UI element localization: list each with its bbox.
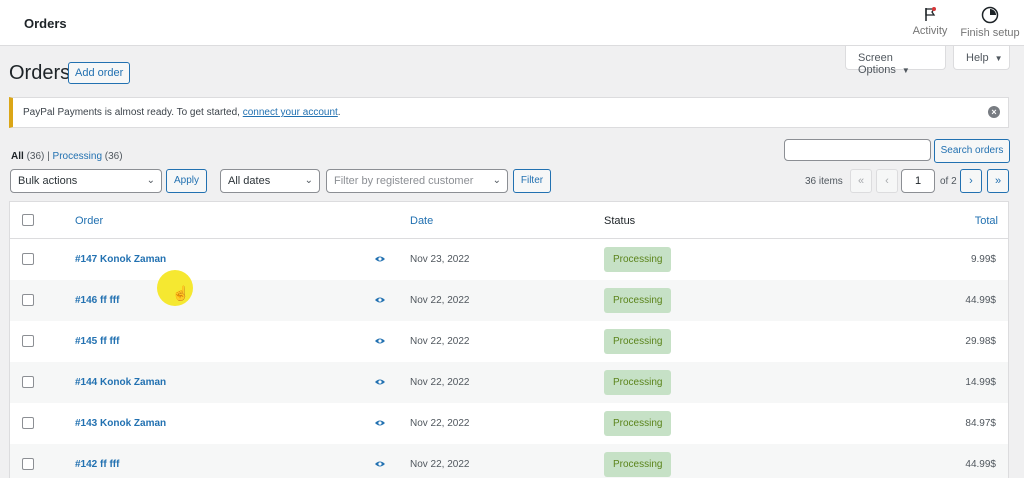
order-link[interactable]: #145 ff fff (75, 336, 119, 347)
status-badge: Processing (604, 247, 672, 272)
row-checkbox[interactable] (22, 253, 34, 265)
bulk-actions-value: Bulk actions (18, 175, 78, 187)
status-badge: Processing (604, 329, 672, 354)
order-total: 84.97$ (965, 418, 996, 429)
order-link[interactable]: #143 Konok Zaman (75, 418, 166, 429)
order-total: 14.99$ (965, 377, 996, 388)
order-link[interactable]: #142 ff fff (75, 459, 119, 470)
column-total[interactable]: Total (975, 215, 998, 227)
top-bar: Orders Activity Finish setup (0, 0, 1024, 46)
activity-label: Activity (912, 25, 948, 37)
total-pages: of 2 (940, 176, 957, 187)
chevron-down-icon: ⌄ (146, 175, 155, 186)
column-date[interactable]: Date (410, 215, 433, 227)
help-button[interactable]: Help ▼ (953, 46, 1010, 70)
caret-down-icon: ▼ (994, 54, 1003, 63)
eye-icon[interactable] (374, 377, 386, 387)
progress-circle-icon (981, 6, 999, 24)
order-link[interactable]: #146 ff fff (75, 295, 119, 306)
search-input[interactable] (784, 139, 931, 161)
table-header: Order Date Status Total (10, 202, 1008, 239)
order-link[interactable]: #147 Konok Zaman (75, 254, 166, 265)
order-date: Nov 22, 2022 (410, 377, 470, 388)
customer-filter-placeholder: Filter by registered customer (334, 175, 474, 187)
topbar-title: Orders (24, 16, 67, 31)
finish-setup-button[interactable]: Finish setup (960, 6, 1020, 39)
current-page-input[interactable]: 1 (901, 169, 935, 193)
order-link[interactable]: #144 Konok Zaman (75, 377, 166, 388)
screen-options-label: Screen Options (858, 52, 896, 76)
view-processing-count: (36) (104, 151, 123, 162)
notice-message: PayPal Payments is almost ready. To get … (23, 107, 341, 118)
orders-table: Order Date Status Total #147 Konok Zaman… (9, 201, 1009, 478)
table-row[interactable]: #145 ff fff Nov 22, 2022 Processing 29.9… (10, 321, 1008, 362)
eye-icon[interactable] (374, 295, 386, 305)
last-page-button[interactable]: » (987, 169, 1009, 193)
table-row[interactable]: #142 ff fff Nov 22, 2022 Processing 44.9… (10, 444, 1008, 478)
finish-setup-label: Finish setup (960, 27, 1020, 39)
table-row[interactable]: #143 Konok Zaman Nov 22, 2022 Processing… (10, 403, 1008, 444)
paypal-notice: PayPal Payments is almost ready. To get … (9, 97, 1009, 128)
flag-icon (925, 7, 936, 21)
chevron-down-icon: ⌄ (492, 175, 501, 186)
row-checkbox[interactable] (22, 294, 34, 306)
order-status-views: All (36) | Processing (36) (11, 151, 123, 162)
apply-button[interactable]: Apply (166, 169, 207, 193)
order-total: 44.99$ (965, 295, 996, 306)
status-badge: Processing (604, 452, 672, 477)
row-checkbox[interactable] (22, 417, 34, 429)
table-row[interactable]: #147 Konok Zaman Nov 23, 2022 Processing… (10, 239, 1008, 280)
row-checkbox[interactable] (22, 335, 34, 347)
notice-after: . (337, 107, 341, 118)
first-page-button[interactable]: « (850, 169, 872, 193)
caret-down-icon: ▼ (901, 66, 910, 75)
filter-button[interactable]: Filter (513, 169, 551, 193)
order-total: 44.99$ (965, 459, 996, 470)
notice-text: PayPal Payments is almost ready. To get … (23, 107, 240, 118)
items-count: 36 items (805, 176, 843, 187)
close-icon[interactable]: × (988, 106, 1000, 118)
eye-icon[interactable] (374, 459, 386, 469)
column-order[interactable]: Order (75, 215, 103, 227)
view-all-count: (36) (26, 151, 45, 162)
row-checkbox[interactable] (22, 376, 34, 388)
previous-page-button[interactable]: ‹ (876, 169, 898, 193)
dates-value: All dates (228, 175, 271, 187)
order-date: Nov 22, 2022 (410, 459, 470, 470)
help-label: Help (966, 52, 989, 64)
view-processing-label[interactable]: Processing (53, 151, 102, 162)
view-separator: | (47, 151, 50, 162)
order-date: Nov 22, 2022 (410, 418, 470, 429)
order-total: 9.99$ (970, 254, 996, 265)
order-total: 29.98$ (965, 336, 996, 347)
order-date: Nov 23, 2022 (410, 254, 470, 265)
column-status: Status (604, 215, 636, 227)
activity-button[interactable]: Activity (910, 6, 950, 37)
bulk-actions-select[interactable]: Bulk actions ⌄ (10, 169, 162, 193)
eye-icon[interactable] (374, 418, 386, 428)
hand-cursor-icon: ☝ (172, 285, 190, 301)
next-page-button[interactable]: › (960, 169, 982, 193)
row-checkbox[interactable] (22, 458, 34, 470)
select-all-checkbox[interactable] (22, 214, 34, 226)
status-badge: Processing (604, 288, 672, 313)
add-order-button[interactable]: Add order (68, 62, 131, 84)
table-row[interactable]: #144 Konok Zaman Nov 22, 2022 Processing… (10, 362, 1008, 403)
status-badge: Processing (604, 411, 672, 436)
page-title: Orders (9, 62, 71, 84)
connect-account-link[interactable]: connect your account (243, 107, 338, 118)
dates-select[interactable]: All dates ⌄ (220, 169, 320, 193)
customer-filter-select[interactable]: Filter by registered customer ⌄ (326, 169, 508, 193)
eye-icon[interactable] (374, 254, 386, 264)
search-orders-button[interactable]: Search orders (934, 139, 1010, 163)
status-badge: Processing (604, 370, 672, 395)
eye-icon[interactable] (374, 336, 386, 346)
view-all-label[interactable]: All (11, 151, 24, 162)
order-date: Nov 22, 2022 (410, 336, 470, 347)
chevron-down-icon: ⌄ (304, 175, 313, 186)
order-date: Nov 22, 2022 (410, 295, 470, 306)
screen-options-button[interactable]: Screen Options ▼ (845, 46, 946, 76)
